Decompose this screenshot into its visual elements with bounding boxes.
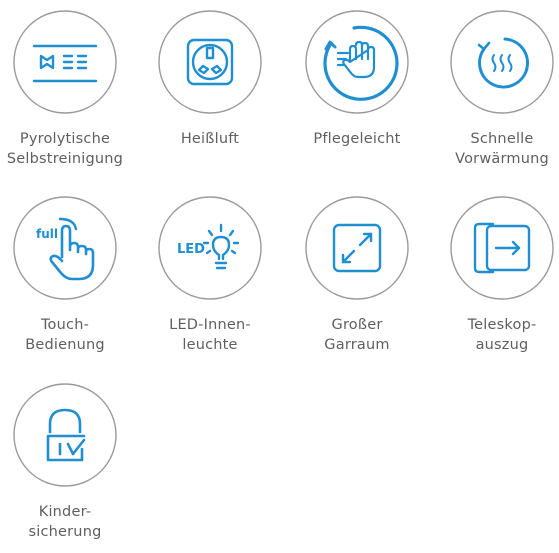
led-light-icon: LED [158,196,262,300]
touch-control-icon: full [13,196,117,300]
feature-label: Teleskop- auszug [467,317,537,353]
child-lock-icon [13,383,117,487]
feature-label: Pflegeleicht [313,131,401,147]
feature-label: Großer Garraum [324,317,390,353]
easy-care-hand-icon [305,10,409,114]
feature-large-cavity: Großer Garraum [282,195,432,355]
telescopic-rail-icon [450,196,554,300]
feature-touch-control: full Touch- Bedienung [0,195,140,355]
large-cavity-icon [305,196,409,300]
feature-fast-preheat: Schnelle Vorwärmung [427,9,559,169]
led-icon-text: LED [177,242,205,257]
feature-pyrolytic-cleaning: Pyrolytische Selbstreinigung [0,9,140,169]
touch-icon-text: full [36,227,58,241]
hot-air-fan-icon [158,10,262,114]
feature-label: Kinder- sicherung [28,504,102,540]
feature-hot-air: Heißluft [135,9,285,149]
feature-label: Heißluft [180,131,240,147]
pyrolysis-icon [13,10,117,114]
feature-easy-care: Pflegeleicht [282,9,432,149]
feature-label: Pyrolytische Selbstreinigung [6,131,124,167]
feature-child-lock: Kinder- sicherung [0,382,140,542]
feature-label: LED-Innen- leuchte [169,317,251,353]
feature-label: Touch- Bedienung [25,317,105,353]
feature-label: Schnelle Vorwärmung [455,131,549,167]
feature-led-light: LED LED-Innen- leuchte [135,195,285,355]
feature-telescopic-rail: Teleskop- auszug [427,195,559,355]
fast-preheat-icon [450,10,554,114]
